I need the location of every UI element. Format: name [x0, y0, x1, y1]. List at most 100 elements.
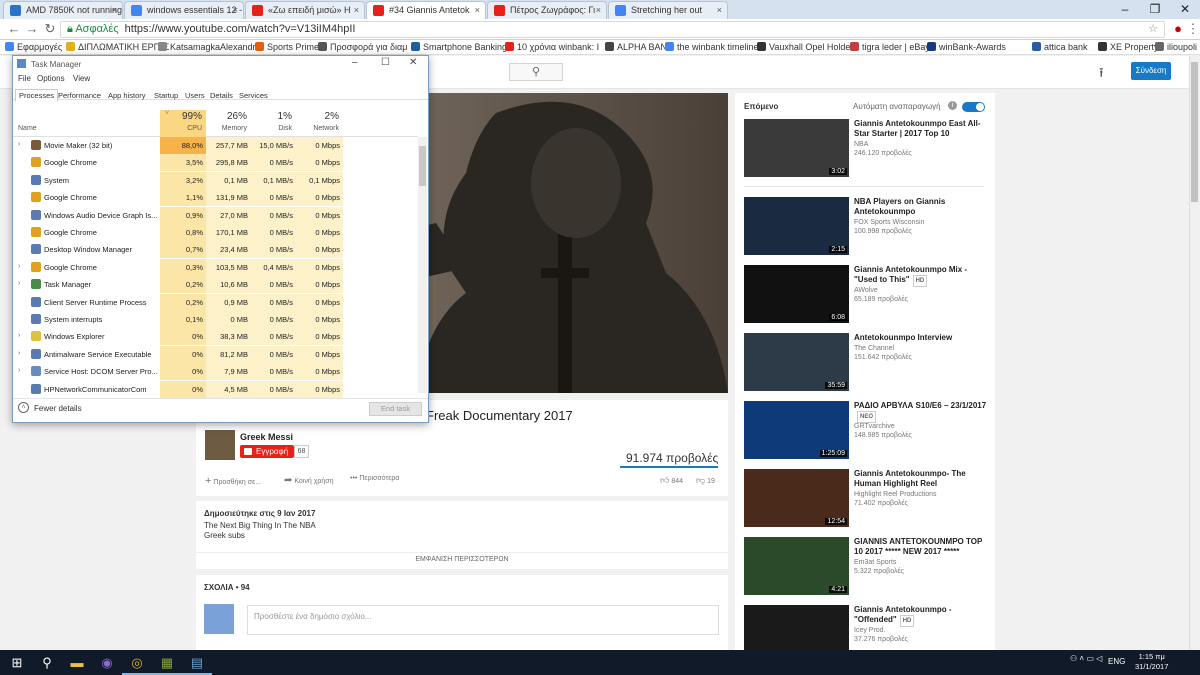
video-title[interactable]: Antetokounmpo Interview [854, 333, 989, 343]
close-tab-icon[interactable]: × [475, 5, 480, 15]
video-thumbnail[interactable]: 35:59 [744, 333, 849, 391]
recommended-video[interactable]: 3:02 Giannis Antetokounmpo East All-Star … [744, 119, 984, 181]
tm-minimize-button[interactable]: – [352, 57, 358, 68]
close-tab-icon[interactable]: × [233, 5, 238, 15]
language-indicator[interactable]: ENG [1108, 657, 1125, 666]
close-tab-icon[interactable]: × [717, 5, 722, 15]
end-task-button[interactable]: End task [369, 402, 422, 416]
browser-tab[interactable]: «Ζω επειδή μισώ» Η × [245, 1, 365, 19]
reload-button[interactable]: ↻ [42, 21, 58, 37]
system-tray[interactable]: ⚇ ˄ ▭ ◁ [1070, 654, 1102, 663]
autoplay-toggle[interactable] [962, 102, 985, 112]
fewer-details-link[interactable]: Fewer details [34, 404, 82, 413]
expand-chevron-icon[interactable]: › [18, 280, 20, 287]
expand-chevron-icon[interactable]: › [18, 263, 20, 270]
col-disk[interactable]: Disk [251, 125, 292, 132]
tab-details[interactable]: Details [206, 89, 237, 102]
video-thumbnail[interactable]: 6:08 [744, 265, 849, 323]
chrome-taskbar-button[interactable]: ◎ [122, 650, 152, 675]
col-cpu[interactable]: CPU [160, 125, 202, 132]
recommended-video[interactable]: 2:15 NBA Players on Giannis Antetokounmpo… [744, 197, 984, 259]
process-row[interactable]: › Movie Maker (32 bit) 88,0% 257,7 MB 15,0 M… [13, 137, 418, 154]
video-title[interactable]: Giannis Antetokounmpo- The Human Highlig… [854, 469, 989, 489]
expand-chevron-icon[interactable]: › [18, 350, 20, 357]
process-row[interactable]: › Task Manager 0,2% 10,6 MB 0 MB/s 0 Mbps [13, 276, 418, 294]
recommended-video[interactable]: 12:54 Giannis Antetokounmpo- The Human Hi… [744, 469, 984, 531]
process-row[interactable]: › Service Host: DCOM Server Pro... 0% 7,9 M… [13, 363, 418, 381]
tab-services[interactable]: Services [235, 89, 272, 102]
process-row[interactable]: Desktop Window Manager 0,7% 23,4 MB 0 MB/s 0… [13, 241, 418, 259]
tab-startup[interactable]: Startup [150, 89, 182, 102]
bookmark-item[interactable]: 10 χρόνια winbank: Ι [505, 42, 599, 52]
more-button[interactable]: ••• Περισσότερα [350, 475, 399, 482]
expand-chevron-icon[interactable]: › [18, 141, 20, 148]
process-row[interactable]: › Windows Explorer 0% 38,3 MB 0 MB/s 0 Mbps [13, 328, 418, 346]
tm-scrollbar-thumb[interactable] [419, 146, 426, 186]
video-title[interactable]: Giannis Antetokounmpo - "Offended" HD [854, 605, 989, 627]
bookmark-item[interactable]: Προσφορά για διαμ [318, 42, 407, 52]
video-thumbnail[interactable]: 3:02 [744, 119, 849, 177]
video-title[interactable]: Giannis Antetokounmpo Mix - "Used to Thi… [854, 265, 989, 287]
channel-name[interactable]: FOX Sports Wisconsin [854, 219, 924, 226]
star-icon[interactable]: ☆ [1148, 22, 1158, 37]
process-row[interactable]: Client Server Runtime Process 0,2% 0,9 MB 0… [13, 293, 418, 311]
bookmark-item[interactable]: tigra leder | eBay [850, 42, 930, 52]
extension-icon[interactable]: ● [1170, 21, 1186, 37]
video-title[interactable]: Giannis Antetokounmpo East All-Star Star… [854, 119, 989, 139]
start-button[interactable]: ⊞ [2, 650, 32, 675]
chevron-up-icon[interactable]: ˄ [18, 402, 29, 413]
tm-maximize-button[interactable]: ☐ [381, 57, 390, 68]
viber-button[interactable]: ◉ [92, 650, 122, 675]
search-button[interactable]: ⚲ [509, 63, 563, 81]
recommended-video[interactable]: 4:21 GIANNIS ANTETOKOUNMPO TOP 10 2017 **… [744, 537, 984, 599]
process-row[interactable]: Google Chrome 1,1% 131,9 MB 0 MB/s 0 Mbps [13, 189, 418, 207]
dislike-button[interactable]: 👎︎ 19 [696, 475, 715, 486]
bookmark-item[interactable]: ilioupoli [1155, 42, 1197, 52]
channel-name[interactable]: GRTvarchive [854, 423, 895, 430]
channel-name[interactable]: Greek Messi [240, 432, 293, 442]
scrollbar-thumb[interactable] [1191, 62, 1198, 202]
menu-view[interactable]: View [73, 74, 90, 83]
tab-performance[interactable]: Performance [54, 89, 105, 102]
video-thumbnail[interactable]: 2:15 [744, 197, 849, 255]
maximize-button[interactable]: ❐ [1140, 0, 1170, 18]
show-more-button[interactable]: ΕΜΦΑΝΙΣΗ ΠΕΡΙΣΣΟΤΕΡΩΝ [196, 552, 728, 563]
bookmark-item[interactable]: Vauxhall Opel Holden [757, 42, 855, 52]
signin-button[interactable]: Σύνδεση [1131, 62, 1171, 80]
back-button[interactable]: ← [6, 21, 22, 37]
tab-processes[interactable]: Processes [15, 89, 59, 102]
recommended-video[interactable]: 35:59 Antetokounmpo Interview The Channel 1… [744, 333, 984, 395]
channel-name[interactable]: Highlight Reel Productions [854, 491, 937, 498]
bookmark-item[interactable]: Sports Prime [255, 42, 319, 52]
file-explorer-button[interactable]: ▬ [62, 650, 92, 675]
subscribe-button[interactable]: Εγγραφή [240, 445, 294, 458]
like-button[interactable]: 👍︎ 844 [660, 475, 683, 486]
search-taskbar-button[interactable]: ⚲ [32, 650, 62, 675]
bookmark-item[interactable]: Smartphone Banking [411, 42, 507, 52]
menu-file[interactable]: File [18, 74, 31, 83]
channel-name[interactable]: NBA [854, 141, 868, 148]
bookmark-item[interactable]: Εφαρμογές [5, 42, 62, 52]
bookmark-item[interactable]: attica bank [1032, 42, 1088, 52]
process-row[interactable]: › Antimalware Service Executable 0% 81,2 MB… [13, 345, 418, 363]
bookmark-item[interactable]: KatsamagkaAlexandr [158, 42, 256, 52]
menu-icon[interactable]: ⋮ [1185, 21, 1200, 37]
process-row[interactable]: System 3,2% 0,1 MB 0,1 MB/s 0,1 Mbps [13, 171, 418, 189]
channel-avatar[interactable] [205, 430, 235, 460]
browser-tab[interactable]: Stretching her out × [608, 1, 728, 19]
expand-chevron-icon[interactable]: › [18, 332, 20, 339]
process-row[interactable]: › Google Chrome 0,3% 103,5 MB 0,4 MB/s 0 Mbps [13, 258, 418, 276]
video-thumbnail[interactable]: 1:25:09 [744, 401, 849, 459]
col-name[interactable]: Name [18, 125, 37, 132]
close-tab-icon[interactable]: × [354, 5, 359, 15]
close-tab-icon[interactable]: × [112, 5, 117, 15]
close-window-button[interactable]: ✕ [1170, 0, 1200, 18]
video-title[interactable]: NBA Players on Giannis Antetokounmpo [854, 197, 989, 217]
process-row[interactable]: System interrupts 0,1% 0 MB 0 MB/s 0 Mbps [13, 311, 418, 328]
bookmark-item[interactable]: XE Property [1098, 42, 1159, 52]
bookmark-item[interactable]: the winbank timeline [665, 42, 759, 52]
video-title[interactable]: GIANNIS ANTETOKOUNMPO TOP 10 2017 ***** … [854, 537, 989, 557]
col-memory[interactable]: Memory [206, 125, 247, 132]
process-row[interactable]: Windows Audio Device Graph Is... 0,9% 27,0… [13, 206, 418, 224]
channel-name[interactable]: Icey Prod. [854, 627, 886, 634]
